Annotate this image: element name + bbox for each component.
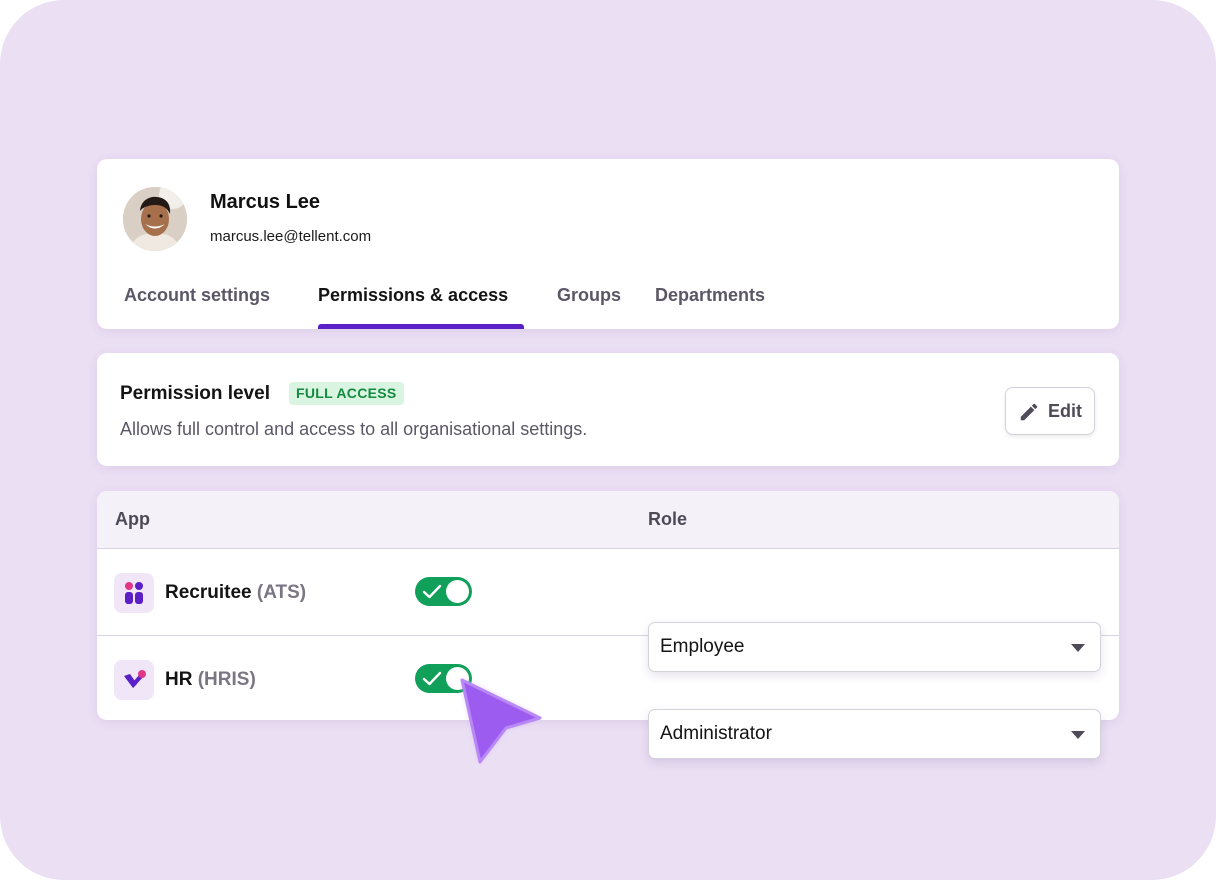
role-select-value: Employee [660,636,745,657]
app-frame: Marcus Lee marcus.lee@tellent.com Accoun… [0,0,1216,880]
profile-card: Marcus Lee marcus.lee@tellent.com Accoun… [97,159,1119,329]
active-tab-indicator [318,324,524,329]
app-access-toggle[interactable] [415,577,472,606]
check-icon [422,671,442,686]
caret-down-icon [1071,644,1085,652]
pencil-icon [1020,403,1038,421]
tab-permissions-access[interactable]: Permissions & access [318,285,508,306]
role-select-value: Administrator [660,723,772,744]
app-name-label: Recruitee [165,582,252,603]
role-select-recruitee[interactable]: Employee [648,622,1101,672]
caret-down-icon [1071,731,1085,739]
recruitee-logo-icon [114,573,154,613]
app-name: Recruitee (ATS) [165,582,306,604]
app-name-label: HR [165,669,193,690]
avatar [123,187,187,251]
tab-account-settings[interactable]: Account settings [124,285,270,306]
check-icon [422,584,442,599]
permission-description: Allows full control and access to all or… [120,419,588,439]
app-tag: (HRIS) [197,669,256,690]
permission-badge: FULL ACCESS [289,382,404,405]
hr-logo-icon [114,660,154,700]
edit-button[interactable]: Edit [1005,387,1095,435]
user-name: Marcus Lee [210,191,321,213]
table-header: App Role [97,491,1119,549]
permission-card: Permission level FULL ACCESS Allows full… [97,353,1119,466]
role-select-hr[interactable]: Administrator [648,709,1101,759]
tab-departments[interactable]: Departments [655,285,765,306]
column-header-role: Role [648,509,688,529]
mouse-cursor-icon [460,678,542,764]
avatar-photo-icon [123,187,187,251]
app-tag: (ATS) [256,582,307,603]
tab-groups[interactable]: Groups [557,285,621,306]
app-role-table: App Role Recruitee (ATS) HR (HRIS) [97,491,1119,720]
column-header-app: App [115,509,150,529]
edit-button-label: Edit [1048,401,1082,421]
user-email: marcus.lee@tellent.com [210,228,372,245]
toggle-knob [446,580,469,603]
permission-title: Permission level [120,383,270,404]
app-name: HR (HRIS) [165,669,256,691]
